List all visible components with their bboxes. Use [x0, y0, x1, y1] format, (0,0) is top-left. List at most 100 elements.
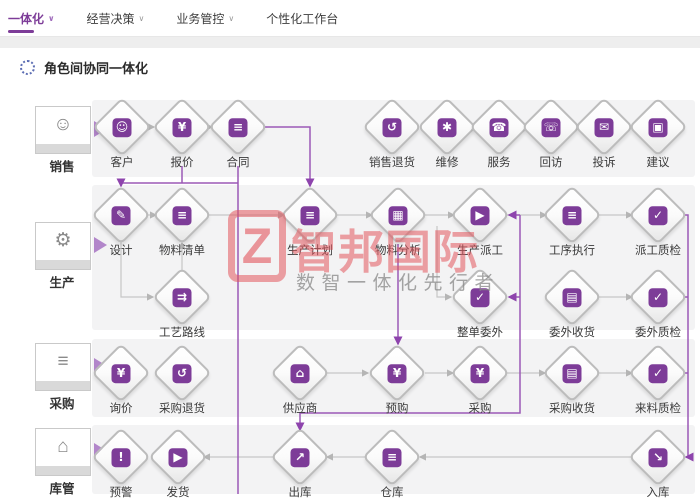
- node-inbound[interactable]: ↘ 入库: [616, 427, 700, 500]
- node-outbound[interactable]: ↗ 出库: [258, 427, 342, 500]
- node-diamond: ▤: [530, 343, 614, 403]
- node-diamond: ⌂: [258, 343, 342, 403]
- node-supplier[interactable]: ⌂ 供应商: [258, 343, 342, 416]
- dispatch-icon: ▶: [470, 205, 490, 225]
- active-tab-underline: [8, 30, 34, 33]
- tab-经营决策[interactable]: 经营决策 ∨: [87, 10, 145, 27]
- node-purchase-receive[interactable]: ▤ 采购收货: [530, 343, 614, 416]
- cart-return-icon: ↺: [172, 363, 192, 383]
- node-diamond: ↗: [258, 427, 342, 487]
- diamond-shape: ≡: [362, 427, 422, 487]
- node-dispatch-qc[interactable]: ✓ 派工质检: [616, 185, 700, 258]
- node-label: 工艺路线: [159, 327, 205, 339]
- bag-check-icon: ▤: [562, 363, 582, 383]
- diamond-shape: ↘: [628, 427, 688, 487]
- node-label: 预购: [385, 403, 409, 415]
- diamond-shape: ✓: [628, 185, 688, 245]
- node-diamond: ≡: [140, 185, 224, 245]
- node-pre-purchase[interactable]: ¥ 预购: [355, 343, 439, 416]
- navbar: 一体化 ∨ 经营决策 ∨ 业务管控 ∨ 个性化工作台: [0, 0, 700, 37]
- node-label: 来料质检: [635, 403, 681, 415]
- return-icon: ↺: [382, 117, 402, 137]
- tab-label: 经营决策: [86, 11, 135, 26]
- node-process-route[interactable]: ⇉ 工艺路线: [140, 267, 224, 340]
- node-label: 委外收货: [549, 327, 595, 339]
- tab-个性化工作台[interactable]: 个性化工作台: [266, 10, 338, 27]
- clipboard-icon: ≡: [172, 205, 192, 225]
- node-purchase[interactable]: ¥ 采购: [438, 343, 522, 416]
- node-production-plan[interactable]: ≡ 生产计划: [268, 185, 352, 258]
- page-header: 角色间协同一体化: [20, 58, 148, 77]
- node-material-analysis[interactable]: ▦ 物料分析: [356, 185, 440, 258]
- node-diamond: ✓: [616, 343, 700, 403]
- node-label: 发货: [166, 487, 190, 499]
- node-diamond: ✓: [616, 185, 700, 245]
- node-label: 供应商: [282, 403, 318, 415]
- node-label: 入库: [646, 487, 670, 499]
- node-warehouse-node[interactable]: ≡ 仓库: [350, 427, 434, 500]
- diamond-shape: ≡: [152, 185, 212, 245]
- diamond-shape: ¥: [450, 343, 510, 403]
- diamond-shape: ▦: [368, 185, 428, 245]
- node-shipping[interactable]: ▶ 发货: [136, 427, 220, 500]
- diamond-shape: ▶: [148, 427, 208, 487]
- diamond-shape: ≡: [280, 185, 340, 245]
- tab-label: 一体化: [8, 11, 45, 26]
- diamond-shape: ↺: [152, 343, 212, 403]
- diamond-shape: ¥: [367, 343, 427, 403]
- node-outsource-qc[interactable]: ✓ 委外质检: [616, 267, 700, 340]
- diamond-shape: ≡: [542, 185, 602, 245]
- node-label: 物料分析: [375, 245, 421, 257]
- node-label: 仓库: [380, 487, 404, 499]
- shield-check-icon: ✓: [648, 205, 668, 225]
- node-diamond: ✓: [438, 267, 522, 327]
- diamond-shape: ▶: [450, 185, 510, 245]
- node-outsource-order[interactable]: ✓ 整单委外: [438, 267, 522, 340]
- phone-icon: ☏: [541, 117, 561, 137]
- node-label: 出库: [288, 487, 312, 499]
- suggestion-box-icon: ▣: [648, 117, 668, 137]
- clipboard-check-icon: ✓: [470, 287, 490, 307]
- shield-check-icon: ✓: [648, 363, 668, 383]
- process-clipboard-icon: ≡: [562, 205, 582, 225]
- node-diamond: ≡: [350, 427, 434, 487]
- diamond-shape: ▤: [542, 267, 602, 327]
- node-label: 建议: [646, 157, 670, 169]
- node-diamond: ✓: [616, 267, 700, 327]
- node-label: 派工质检: [635, 245, 681, 257]
- tab-业务管控[interactable]: 业务管控 ∨: [176, 10, 234, 27]
- node-diamond: ▶: [136, 427, 220, 487]
- repair-icon: ✱: [437, 117, 457, 137]
- node-label: 采购收货: [549, 403, 595, 415]
- node-contract[interactable]: ≡ 合同: [196, 97, 280, 170]
- tab-label: 业务管控: [176, 11, 225, 26]
- node-production-dispatch[interactable]: ▶ 生产派工: [438, 185, 522, 258]
- contract-doc-icon: ≡: [228, 117, 248, 137]
- cubes-icon: ▦: [388, 205, 408, 225]
- node-incoming-qc[interactable]: ✓ 来料质检: [616, 343, 700, 416]
- diamond-shape: ✓: [628, 267, 688, 327]
- shield-check-icon: ✓: [648, 287, 668, 307]
- node-purchase-return[interactable]: ↺ 采购退货: [140, 343, 224, 416]
- node-diamond: ↘: [616, 427, 700, 487]
- tab-label: 个性化工作台: [266, 11, 339, 26]
- tab-一体化[interactable]: 一体化 ∨: [8, 10, 55, 27]
- node-diamond: ¥: [355, 343, 439, 403]
- node-label: 生产计划: [287, 245, 333, 257]
- page-title: 角色间协同一体化: [44, 61, 149, 76]
- diamond-shape: ▤: [542, 343, 602, 403]
- node-bom[interactable]: ≡ 物料清单: [140, 185, 224, 258]
- cart-outline-icon: ¥: [387, 363, 407, 383]
- truck-icon: ▶: [168, 447, 188, 467]
- node-outsource-receive[interactable]: ▤ 委外收货: [530, 267, 614, 340]
- diamond-shape: ≡: [208, 97, 268, 157]
- box-in-icon: ↘: [648, 447, 668, 467]
- node-diamond: ¥: [438, 343, 522, 403]
- node-process-execution[interactable]: ≡ 工序执行: [530, 185, 614, 258]
- node-label: 委外质检: [635, 327, 681, 339]
- mail-icon: ✉: [594, 117, 614, 137]
- node-label: 物料清单: [159, 245, 205, 257]
- chevron-down-icon: ∨: [228, 13, 235, 23]
- node-suggestion[interactable]: ▣ 建议: [616, 97, 700, 170]
- node-diamond: ≡: [268, 185, 352, 245]
